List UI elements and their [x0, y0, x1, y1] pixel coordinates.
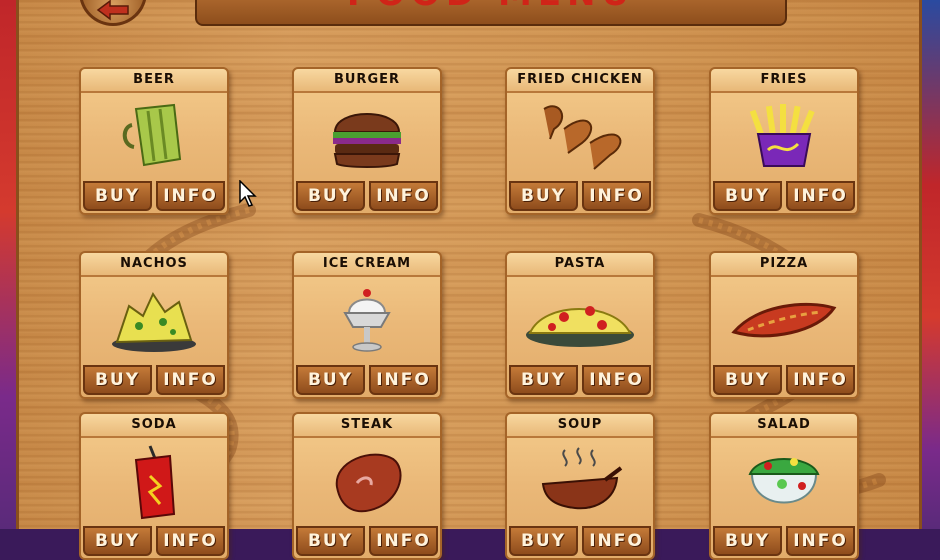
menu-item-pizza: PIZZA BUY INFO [709, 251, 859, 399]
info-button[interactable]: INFO [156, 526, 225, 556]
item-name: BURGER [294, 69, 440, 93]
back-arrow-icon [96, 0, 129, 21]
item-name: SOUP [507, 414, 653, 438]
buy-button[interactable]: BUY [296, 181, 365, 211]
menu-item-ice-cream: ICE CREAM BUY INFO [292, 251, 442, 399]
info-button[interactable]: INFO [582, 526, 651, 556]
page-title: FOOD MENU [197, 0, 785, 14]
info-button[interactable]: INFO [369, 181, 438, 211]
info-button[interactable]: INFO [369, 526, 438, 556]
menu-item-burger: BURGER BUY INFO [292, 67, 442, 215]
item-image [294, 438, 440, 526]
buy-button[interactable]: BUY [713, 181, 782, 211]
item-image [711, 277, 857, 365]
item-name: BEER [81, 69, 227, 93]
info-button[interactable]: INFO [786, 526, 855, 556]
menu-board: FOOD MENU BEER BUY INFO BURGER [16, 0, 922, 560]
back-button[interactable] [79, 0, 147, 26]
item-image [711, 438, 857, 526]
menu-item-steak: STEAK BUY INFO [292, 412, 442, 560]
item-image [711, 93, 857, 181]
item-name: SALAD [711, 414, 857, 438]
info-button[interactable]: INFO [786, 365, 855, 395]
left-curtain [0, 0, 16, 529]
item-image [81, 438, 227, 526]
menu-item-salad: SALAD BUY INFO [709, 412, 859, 560]
item-image [81, 93, 227, 181]
item-image [81, 277, 227, 365]
fried-chicken-icon [543, 105, 622, 170]
info-button[interactable]: INFO [582, 365, 651, 395]
menu-item-pasta: PASTA BUY INFO [505, 251, 655, 399]
soup-icon [541, 447, 623, 510]
item-name: ICE CREAM [294, 253, 440, 277]
menu-item-nachos: NACHOS BUY INFO [79, 251, 229, 399]
info-button[interactable]: INFO [369, 365, 438, 395]
menu-item-fried-chicken: FRIED CHICKEN BUY INFO [505, 67, 655, 215]
item-name: FRIES [711, 69, 857, 93]
menu-item-soup: SOUP BUY INFO [505, 412, 655, 560]
steak-icon [335, 453, 402, 513]
buy-button[interactable]: BUY [509, 181, 578, 211]
buy-button[interactable]: BUY [713, 526, 782, 556]
item-name: NACHOS [81, 253, 227, 277]
item-name: STEAK [294, 414, 440, 438]
right-curtain [922, 0, 940, 529]
info-button[interactable]: INFO [156, 181, 225, 211]
burger-icon [333, 113, 401, 168]
buy-button[interactable]: BUY [83, 526, 152, 556]
buy-button[interactable]: BUY [83, 365, 152, 395]
beer-icon [122, 103, 182, 167]
item-name: SODA [81, 414, 227, 438]
menu-item-soda: SODA BUY INFO [79, 412, 229, 560]
pasta-icon [526, 306, 634, 347]
info-button[interactable]: INFO [786, 181, 855, 211]
info-button[interactable]: INFO [582, 181, 651, 211]
item-image [507, 438, 653, 526]
item-image [507, 93, 653, 181]
pizza-icon [731, 302, 837, 338]
soda-icon [134, 445, 176, 520]
menu-item-fries: FRIES BUY INFO [709, 67, 859, 215]
buy-button[interactable]: BUY [296, 526, 365, 556]
item-name: PASTA [507, 253, 653, 277]
salad-icon [748, 458, 820, 504]
fries-icon [749, 104, 815, 167]
buy-button[interactable]: BUY [83, 181, 152, 211]
title-banner: FOOD MENU [195, 0, 787, 26]
ice-cream-icon [343, 289, 391, 352]
item-image [507, 277, 653, 365]
buy-button[interactable]: BUY [296, 365, 365, 395]
item-name: PIZZA [711, 253, 857, 277]
info-button[interactable]: INFO [156, 365, 225, 395]
nachos-icon [112, 291, 196, 352]
item-image [294, 93, 440, 181]
buy-button[interactable]: BUY [509, 526, 578, 556]
mouse-cursor-icon [239, 180, 257, 207]
item-image [294, 277, 440, 365]
buy-button[interactable]: BUY [509, 365, 578, 395]
buy-button[interactable]: BUY [713, 365, 782, 395]
item-name: FRIED CHICKEN [507, 69, 653, 93]
menu-item-beer: BEER BUY INFO [79, 67, 229, 215]
